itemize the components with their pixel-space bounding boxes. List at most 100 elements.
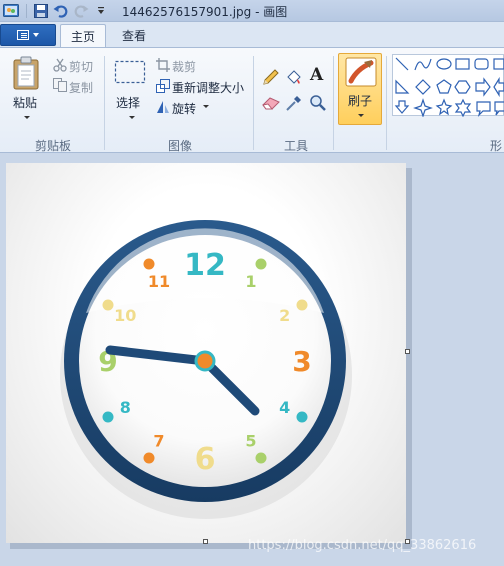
cut-icon	[53, 58, 67, 72]
clock-numeral-5: 5	[245, 431, 256, 450]
save-button[interactable]	[31, 2, 51, 20]
clock-numeral-8: 8	[120, 398, 131, 417]
chevron-down-icon	[33, 33, 39, 37]
chevron-down-icon	[98, 7, 104, 14]
image-group-label: 图像	[167, 139, 192, 153]
canvas-workspace: 12 1 2 3 4 5 6 7 8 9 10 11 https://blog.csdn.net/qq…	[0, 154, 504, 566]
eraser-icon[interactable]	[262, 94, 280, 112]
paint-app-icon[interactable]	[3, 3, 19, 18]
text-icon[interactable]: A	[310, 65, 328, 85]
shape-down-arrow-icon	[394, 100, 410, 114]
color-picker-icon[interactable]	[285, 94, 303, 112]
shape-left-arrow-icon	[493, 76, 504, 98]
clock-dot	[296, 411, 308, 423]
clock-center-cap	[194, 350, 216, 372]
window-title: 14462576157901.jpg - 画图	[122, 5, 288, 19]
redo-icon	[74, 5, 89, 18]
clock-numeral-12: 12	[184, 248, 226, 283]
shape-callout-icon	[494, 101, 504, 116]
tab-view[interactable]: 查看	[112, 24, 156, 47]
shape-diamond-icon	[415, 79, 431, 95]
clock-dot	[143, 258, 155, 270]
ribbon: 粘贴 剪切 复制 剪贴板 选择 裁剪 重新调整大小 旋转 图像 A 工具 刷子 …	[0, 47, 504, 153]
paste-button[interactable]: 粘贴	[13, 94, 37, 111]
image-canvas[interactable]: 12 1 2 3 4 5 6 7 8 9 10 11	[6, 163, 406, 543]
group-separator	[253, 56, 254, 150]
shapes-gallery	[392, 54, 504, 118]
shape-right-arrow-icon	[475, 77, 491, 97]
paste-icon[interactable]	[13, 56, 41, 90]
shape-six-point-star-icon	[454, 98, 472, 118]
clock-numeral-1: 1	[245, 272, 256, 291]
clock-numeral-10: 10	[114, 306, 136, 325]
brushes-label: 刷子	[348, 94, 373, 108]
select-dropdown-caret[interactable]	[129, 116, 135, 119]
clock-dot	[296, 299, 308, 311]
clock-numeral-3: 3	[292, 345, 311, 378]
paste-dropdown-caret[interactable]	[24, 116, 30, 119]
shape-four-point-star-icon	[413, 98, 433, 118]
clock-dot	[255, 452, 267, 464]
shape-oval-icon	[436, 58, 452, 70]
shape-line-icon	[395, 57, 409, 71]
clock-dot	[102, 299, 114, 311]
shape-hexagon-icon	[454, 80, 471, 94]
clock-dot	[102, 411, 114, 423]
rotate-button[interactable]: 旋转	[172, 100, 196, 117]
shape-speech-bubble-icon	[476, 101, 491, 117]
brushes-dropdown-caret	[358, 114, 364, 117]
file-menu-button[interactable]	[0, 24, 56, 46]
clock-numeral-4: 4	[279, 398, 290, 417]
cut-button[interactable]: 剪切	[69, 58, 93, 75]
fill-icon[interactable]	[285, 68, 303, 86]
shape-curve-icon	[414, 58, 432, 71]
group-separator	[386, 56, 387, 150]
clock-image: 12 1234567891011	[60, 220, 352, 519]
title-bar: 14462576157901.jpg - 画图	[0, 0, 504, 22]
shape-five-point-star-icon	[435, 98, 453, 116]
select-button[interactable]: 选择	[116, 94, 140, 111]
resize-button[interactable]: 重新调整大小	[172, 79, 244, 96]
ribbon-tab-row: 主页 查看	[0, 22, 504, 47]
clock-dot	[143, 452, 155, 464]
shape-rounded-rectangle-icon	[474, 58, 489, 70]
clock-numeral-7: 7	[153, 431, 164, 450]
brush-icon	[345, 57, 377, 87]
clock-numeral-6: 6	[195, 442, 216, 477]
copy-icon	[53, 78, 67, 92]
rotate-icon	[157, 101, 169, 113]
redo-button[interactable]	[71, 2, 91, 20]
magnifier-icon[interactable]	[309, 94, 327, 112]
resize-icon	[156, 79, 170, 93]
undo-icon	[53, 5, 68, 18]
select-icon[interactable]	[114, 60, 146, 84]
shape-rectangle-icon	[455, 58, 470, 70]
resize-handle-right[interactable]	[405, 349, 410, 354]
copy-button[interactable]: 复制	[69, 79, 93, 96]
pencil-icon[interactable]	[262, 68, 280, 86]
rotate-dropdown-caret[interactable]	[203, 105, 209, 108]
resize-handle-bottom[interactable]	[203, 539, 208, 544]
brushes-button[interactable]: 刷子	[338, 53, 382, 125]
undo-button[interactable]	[51, 2, 71, 20]
group-separator	[333, 56, 334, 150]
shape-pentagon-icon	[436, 79, 452, 94]
watermark-text: https://blog.csdn.net/qq_33862616	[248, 538, 477, 553]
group-separator	[104, 56, 105, 150]
shapes-gallery-grid	[394, 57, 504, 118]
tools-group-label: 工具	[283, 139, 308, 153]
save-icon	[34, 4, 48, 18]
clipboard-group-label: 剪贴板	[34, 139, 71, 153]
clock-numeral-11: 11	[148, 272, 170, 291]
clock-numeral-2: 2	[279, 306, 290, 325]
customize-qat-button[interactable]	[91, 2, 111, 20]
file-menu-icon	[17, 30, 29, 40]
quick-access-toolbar	[26, 2, 111, 20]
shape-polygon-icon	[493, 58, 504, 70]
clock-dot	[255, 258, 267, 270]
qat-separator	[26, 4, 27, 18]
crop-button[interactable]: 裁剪	[172, 58, 196, 75]
tab-home[interactable]: 主页	[60, 24, 107, 47]
shape-triangle-icon	[395, 79, 410, 94]
crop-icon	[156, 58, 170, 72]
